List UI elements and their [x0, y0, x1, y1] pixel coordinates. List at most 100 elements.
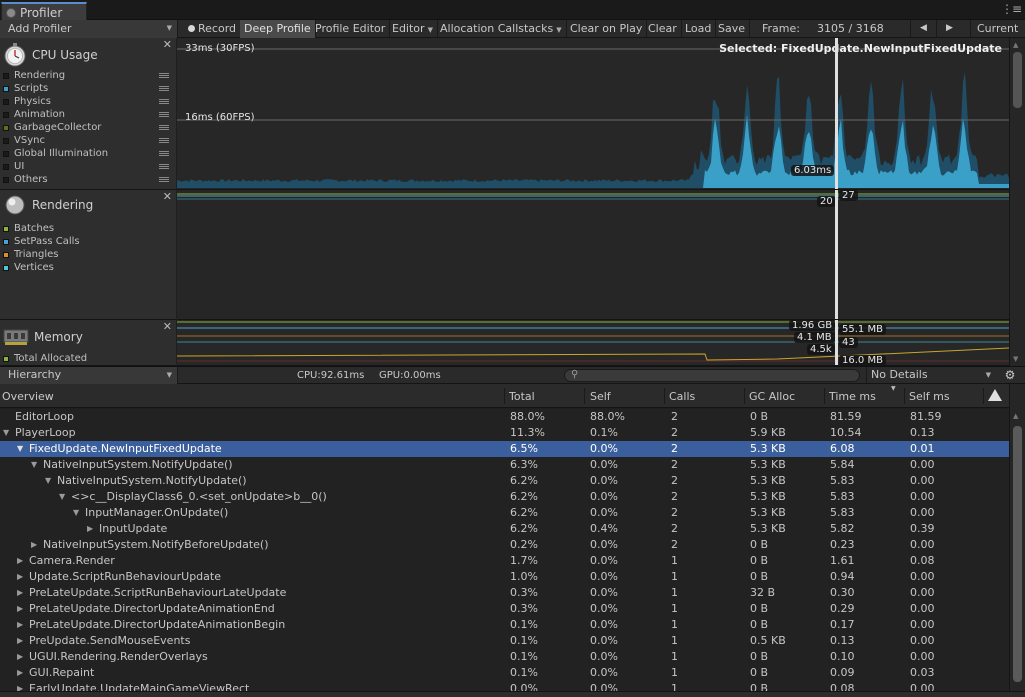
hierarchy-scrollbar[interactable]: ▲ [1009, 384, 1025, 691]
deep-profile-button[interactable]: Deep Profile [240, 20, 316, 38]
table-row[interactable]: ▼ <>c__DisplayClass6_0.<set_onUpdate>b__0… [0, 489, 1009, 505]
legend-item-vsync[interactable]: VSync [3, 134, 173, 147]
column-divider[interactable] [584, 388, 585, 404]
profile-editor-button[interactable]: Profile Editor [311, 20, 391, 38]
scrollbar-thumb[interactable] [1013, 426, 1022, 682]
details-mode-dropdown[interactable]: No Details ▼ [866, 367, 996, 384]
table-row[interactable]: ▶ InputUpdate 6.2% 0.4% 2 5.3 KB 5.82 0.39 [0, 521, 1009, 537]
drag-handle-icon[interactable] [159, 112, 169, 117]
legend-item-animation[interactable]: Animation [3, 108, 173, 121]
column-divider[interactable] [504, 388, 505, 404]
column-divider[interactable] [824, 388, 825, 404]
clear-on-play-button[interactable]: Clear on Play [566, 20, 648, 38]
frame-cursor[interactable] [835, 38, 838, 189]
table-row[interactable]: EditorLoop 88.0% 88.0% 2 0 B 81.59 81.59 [0, 409, 1009, 425]
close-icon[interactable]: ✕ [163, 38, 172, 51]
collapsed-arrow-icon[interactable]: ▶ [17, 585, 23, 601]
window-menu-icon[interactable]: ⋮≡ [1001, 2, 1022, 16]
table-row[interactable]: ▼ NativeInputSystem.NotifyUpdate() 6.3% 0.0… [0, 457, 1009, 473]
scroll-down-icon[interactable]: ▼ [1013, 355, 1018, 363]
profiler-tab[interactable]: Profiler [1, 2, 87, 21]
collapsed-arrow-icon[interactable]: ▶ [17, 617, 23, 633]
legend-item-global-illumination[interactable]: Global Illumination [3, 147, 173, 160]
expanded-arrow-icon[interactable]: ▼ [3, 425, 9, 441]
expanded-arrow-icon[interactable]: ▼ [17, 441, 23, 457]
allocation-callstacks-dropdown[interactable]: Allocation Callstacks ▼ [436, 20, 567, 38]
search-input[interactable]: ⚲ [564, 369, 860, 382]
memory-module[interactable]: ✕ Memory Total Allocated [0, 320, 176, 366]
drag-handle-icon[interactable] [159, 151, 169, 156]
column-divider[interactable] [664, 388, 665, 404]
collapsed-arrow-icon[interactable]: ▶ [87, 521, 93, 537]
clear-button[interactable]: Clear [644, 20, 682, 38]
column-header-calls[interactable]: Calls [669, 390, 695, 403]
next-frame-button[interactable]: ▶ [936, 20, 962, 38]
table-row[interactable]: ▶ PreLateUpdate.ScriptRunBehaviourLateUpd… [0, 585, 1009, 601]
charts-scrollbar[interactable]: ▲ ▼ [1009, 38, 1025, 366]
previous-frame-button[interactable]: ◀ [910, 20, 936, 38]
drag-handle-icon[interactable] [159, 164, 169, 169]
editor-target-dropdown[interactable]: Editor ▼ [388, 20, 438, 38]
column-header-time-ms[interactable]: Time ms [829, 390, 876, 403]
legend-item-triangles[interactable]: Triangles [3, 248, 173, 261]
table-row[interactable]: ▶ Update.ScriptRunBehaviourUpdate 1.0% 0.0%… [0, 569, 1009, 585]
legend-item-vertices[interactable]: Vertices [3, 261, 173, 274]
gear-icon[interactable]: ⚙ [999, 367, 1021, 384]
collapsed-arrow-icon[interactable]: ▶ [17, 649, 23, 665]
table-row[interactable]: ▶ EarlyUpdate.UpdateMainGameViewRect 0.0% 0… [0, 681, 1009, 691]
legend-item-setpass-calls[interactable]: SetPass Calls [3, 235, 173, 248]
legend-item-scripts[interactable]: Scripts [3, 82, 173, 95]
column-header-self-ms[interactable]: Self ms [909, 390, 950, 403]
drag-handle-icon[interactable] [159, 177, 169, 182]
expanded-arrow-icon[interactable]: ▼ [59, 489, 65, 505]
legend-item-others[interactable]: Others [3, 173, 173, 186]
close-icon[interactable]: ✕ [163, 190, 172, 203]
legend-item-garbage-collector[interactable]: GarbageCollector [3, 121, 173, 134]
close-icon[interactable]: ✕ [163, 320, 172, 333]
warning-icon[interactable] [988, 389, 1002, 401]
rendering-chart[interactable]: 20 27 [177, 190, 1009, 320]
drag-handle-icon[interactable] [159, 86, 169, 91]
column-divider[interactable] [744, 388, 745, 404]
expanded-arrow-icon[interactable]: ▼ [31, 457, 37, 473]
rendering-module[interactable]: ✕ Rendering Batches SetPass Calls Triang… [0, 190, 176, 320]
collapsed-arrow-icon[interactable]: ▶ [17, 601, 23, 617]
drag-handle-icon[interactable] [159, 73, 169, 78]
scrollbar-thumb[interactable] [1013, 52, 1022, 108]
scroll-up-icon[interactable]: ▲ [1013, 41, 1018, 49]
cpu-usage-chart[interactable]: 33ms (30FPS) 16ms (60FPS) Selected: Fixe… [177, 38, 1009, 190]
legend-item-rendering[interactable]: Rendering [3, 69, 173, 82]
column-header-gc-alloc[interactable]: GC Alloc [749, 390, 795, 403]
table-row[interactable]: ▼ NativeInputSystem.NotifyUpdate() 6.2% 0.0… [0, 473, 1009, 489]
column-header-total[interactable]: Total [509, 390, 535, 403]
legend-item-physics[interactable]: Physics [3, 95, 173, 108]
table-row[interactable]: ▼ FixedUpdate.NewInputFixedUpdate 6.5% 0.0%… [0, 441, 1009, 457]
drag-handle-icon[interactable] [159, 138, 169, 143]
expanded-arrow-icon[interactable]: ▼ [45, 473, 51, 489]
cpu-usage-module[interactable]: ✕ CPU Usage Rendering Scripts Physics An… [0, 38, 176, 190]
column-divider[interactable] [904, 388, 905, 404]
view-mode-dropdown[interactable]: Hierarchy ▼ [0, 367, 178, 384]
table-row[interactable]: ▶ Camera.Render 1.7% 0.0% 1 0 B 1.61 0.08 [0, 553, 1009, 569]
table-row[interactable]: ▶ GUI.Repaint 0.1% 0.0% 1 0 B 0.09 0.03 [0, 665, 1009, 681]
legend-item-batches[interactable]: Batches [3, 222, 173, 235]
collapsed-arrow-icon[interactable]: ▶ [17, 633, 23, 649]
table-row[interactable]: ▶ UGUI.Rendering.RenderOverlays 0.1% 0.0% 1 0… [0, 649, 1009, 665]
column-divider[interactable] [983, 388, 984, 404]
table-row[interactable]: ▶ PreUpdate.SendMouseEvents 0.1% 0.0% 1 0.5 K… [0, 633, 1009, 649]
table-row[interactable]: ▶ PreLateUpdate.DirectorUpdateAnimationEn… [0, 601, 1009, 617]
table-row[interactable]: ▶ NativeInputSystem.NotifyBeforeUpdate() 0… [0, 537, 1009, 553]
drag-handle-icon[interactable] [159, 125, 169, 130]
legend-item-ui[interactable]: UI [3, 160, 173, 173]
memory-chart[interactable]: 1.96 GB 55.1 MB 4.1 MB 43 4.5k 16.0 MB [177, 320, 1009, 366]
frame-cursor[interactable] [835, 320, 838, 365]
collapsed-arrow-icon[interactable]: ▶ [17, 681, 23, 691]
drag-handle-icon[interactable] [159, 99, 169, 104]
column-header-overview[interactable]: Overview [2, 390, 54, 403]
collapsed-arrow-icon[interactable]: ▶ [17, 553, 23, 569]
legend-item-total-allocated[interactable]: Total Allocated [3, 352, 173, 365]
save-button[interactable]: Save [714, 20, 751, 38]
load-button[interactable]: Load [681, 20, 717, 38]
record-button[interactable]: Record [184, 20, 242, 38]
collapsed-arrow-icon[interactable]: ▶ [17, 665, 23, 681]
